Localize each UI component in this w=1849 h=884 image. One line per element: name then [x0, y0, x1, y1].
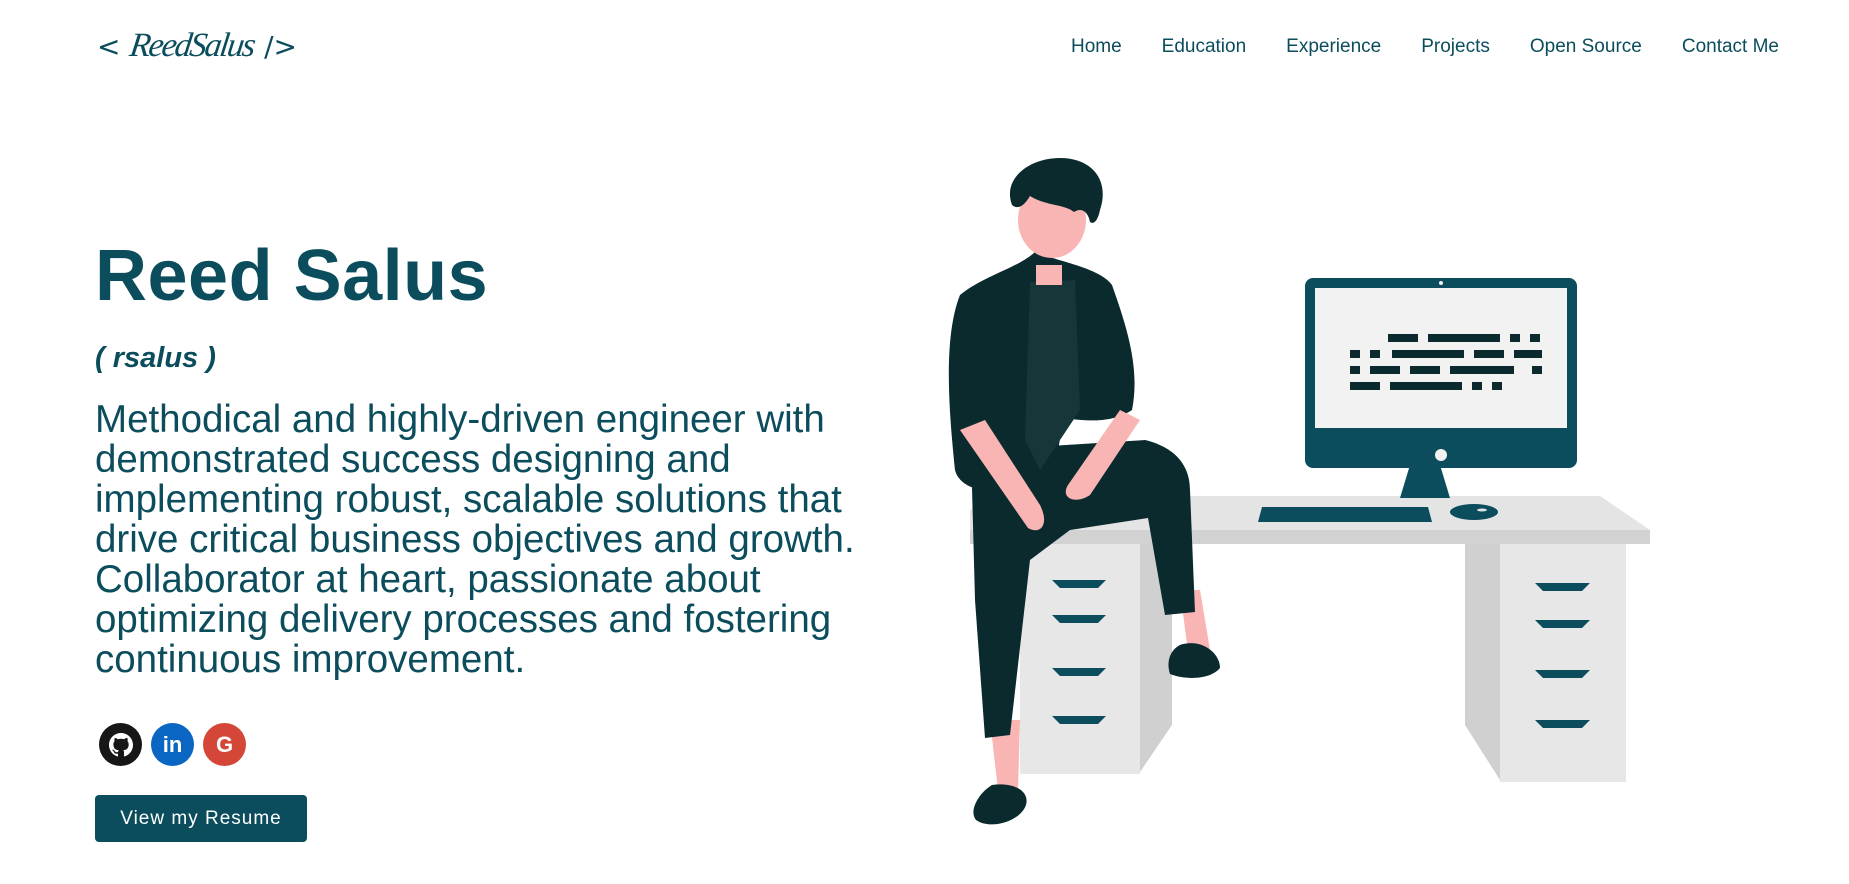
view-resume-button[interactable]: View my Resume [95, 795, 307, 842]
right-cabinet-side [1465, 544, 1500, 780]
nav-open-source[interactable]: Open Source [1530, 36, 1642, 58]
github-link[interactable] [99, 723, 142, 766]
logo-open-bracket: < [97, 29, 121, 63]
desk-edge [970, 530, 1650, 544]
linkedin-link[interactable]: in [151, 723, 194, 766]
mouse [1450, 504, 1498, 520]
left-cabinet [1020, 544, 1140, 774]
google-icon: G [215, 731, 234, 757]
nav-contact-me[interactable]: Contact Me [1682, 36, 1779, 58]
logo-close-bracket: /> [264, 29, 298, 63]
linkedin-icon: in [162, 731, 183, 757]
nav-home[interactable]: Home [1071, 36, 1122, 58]
nav-education[interactable]: Education [1162, 36, 1247, 58]
hero-name: Reed Salus [95, 236, 489, 316]
hero-username: ( rsalus ) [95, 342, 216, 374]
social-links: in G [99, 723, 246, 766]
site-logo[interactable]: < ReedSalus /> [97, 26, 297, 66]
monitor [1305, 278, 1577, 498]
logo-signature: ReedSalus [127, 27, 257, 64]
main-nav: Home Education Experience Projects Open … [1071, 36, 1779, 58]
hero-description: Methodical and highly-driven engineer wi… [95, 398, 855, 681]
keyboard [1258, 507, 1432, 522]
google-link[interactable]: G [203, 723, 246, 766]
mouse-highlight [1477, 508, 1487, 512]
right-cabinet [1500, 544, 1626, 782]
developer-at-desk-illustration [948, 158, 1650, 825]
github-icon [108, 732, 133, 756]
nav-projects[interactable]: Projects [1421, 36, 1490, 58]
nav-experience[interactable]: Experience [1286, 36, 1381, 58]
